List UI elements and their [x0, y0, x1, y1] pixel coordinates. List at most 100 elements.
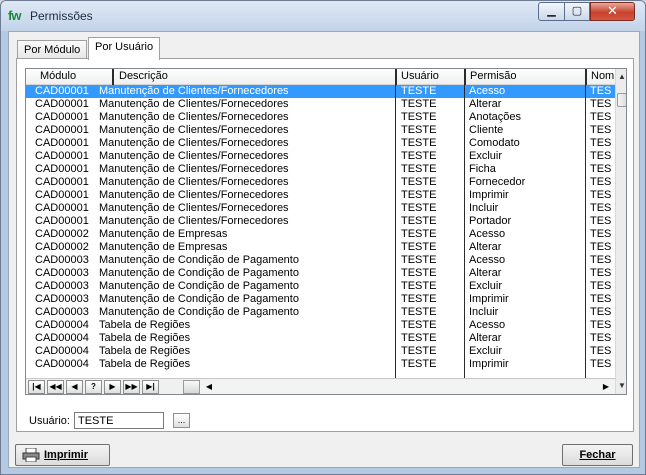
cell-nome: TES	[590, 215, 612, 227]
table-row[interactable]: CAD00001 Manutenção de Clientes/Fornecedo…	[26, 124, 615, 137]
cell-nome: TES	[590, 293, 612, 305]
table-row[interactable]: CAD00002 Manutenção de Empresas TESTE Acess…	[26, 228, 615, 241]
table-row[interactable]: CAD00001 Manutenção de Clientes/Fornecedo…	[26, 137, 615, 150]
cell-descricao: Manutenção de Empresas	[99, 241, 228, 253]
column-header-permissao[interactable]: Permisão	[466, 69, 587, 85]
cell-usuario: TESTE	[401, 98, 437, 110]
table-row[interactable]: CAD00001 Manutenção de Clientes/Fornecedo…	[26, 98, 615, 111]
table-row[interactable]: CAD00003 Manutenção de Condição de Pagame…	[26, 306, 615, 319]
table-row[interactable]: CAD00003 Manutenção de Condição de Pagame…	[26, 280, 615, 293]
minimize-icon: ▁	[547, 5, 556, 17]
scroll-left-icon[interactable]: ◀	[202, 380, 216, 394]
cell-modulo: CAD00001	[35, 150, 89, 162]
title-bar[interactable]: fw Permissões ▁ ▢ ✕	[1, 1, 645, 31]
window: fw Permissões ▁ ▢ ✕ Por Módulo Por Usuár…	[0, 0, 646, 475]
cell-permissao: Imprimir	[469, 189, 509, 201]
cell-descricao: Manutenção de Clientes/Fornecedores	[99, 85, 289, 97]
cell-modulo: CAD00003	[35, 254, 89, 266]
nav-prior-button[interactable]: ◀	[66, 380, 83, 394]
table-row[interactable]: CAD00004 Tabela de Regiões TESTE Acesso TES	[26, 319, 615, 332]
table-row[interactable]: CAD00001 Manutenção de Clientes/Fornecedo…	[26, 176, 615, 189]
app-logo-icon: fw	[8, 8, 21, 23]
cell-usuario: TESTE	[401, 319, 437, 331]
table-row[interactable]: CAD00004 Tabela de Regiões TESTE Alterar TES	[26, 332, 615, 345]
close-icon: ✕	[607, 3, 618, 18]
cell-usuario: TESTE	[401, 202, 437, 214]
tab-por-modulo[interactable]: Por Módulo	[17, 40, 88, 59]
column-header-usuario[interactable]: Usuário	[397, 69, 466, 85]
cell-usuario: TESTE	[401, 85, 437, 97]
cell-nome: TES	[590, 98, 612, 110]
maximize-button[interactable]: ▢	[564, 2, 590, 21]
nav-next-page-button[interactable]: ▶▶	[123, 380, 140, 394]
horizontal-scrollbar[interactable]: ◀ ▶	[183, 380, 615, 394]
table-row[interactable]: CAD00003 Manutenção de Condição de Pagame…	[26, 267, 615, 280]
cell-nome: TES	[590, 306, 612, 318]
cell-descricao: Tabela de Regiões	[99, 319, 191, 331]
scroll-right-icon[interactable]: ▶	[599, 380, 613, 394]
cell-nome: TES	[590, 319, 612, 331]
column-header-modulo[interactable]: Módulo	[26, 69, 114, 85]
table-row[interactable]: CAD00001 Manutenção de Clientes/Fornecedo…	[26, 189, 615, 202]
column-divider	[395, 85, 396, 378]
user-lookup-button[interactable]: ...	[173, 413, 190, 428]
window-title: Permissões	[30, 9, 93, 23]
minimize-button[interactable]: ▁	[538, 2, 565, 21]
cell-permissao: Fornecedor	[469, 176, 526, 188]
cell-nome: TES	[590, 111, 612, 123]
scroll-thumb[interactable]	[617, 93, 626, 107]
close-window-button[interactable]: ✕	[590, 2, 635, 21]
cell-modulo: CAD00001	[35, 111, 89, 123]
cell-descricao: Manutenção de Clientes/Fornecedores	[99, 215, 289, 227]
cell-permissao: Alterar	[469, 267, 502, 279]
cell-modulo: CAD00001	[35, 176, 89, 188]
cell-nome: TES	[590, 280, 612, 292]
column-header-nome[interactable]: Nom	[587, 69, 615, 85]
table-row[interactable]: CAD00001 Manutenção de Clientes/Fornecedo…	[26, 111, 615, 124]
hscroll-thumb[interactable]	[183, 380, 200, 394]
grid-rows: CAD00001 Manutenção de Clientes/Fornecedo…	[26, 85, 615, 378]
cell-nome: TES	[590, 254, 612, 266]
cell-permissao: Acesso	[469, 254, 506, 266]
user-label: Usuário:	[29, 415, 70, 427]
cell-permissao: Anotações	[469, 111, 521, 123]
column-header-descricao[interactable]: Descrição	[114, 69, 397, 85]
cell-modulo: CAD00001	[35, 189, 89, 201]
table-row[interactable]: CAD00004 Tabela de Regiões TESTE Excluir TES	[26, 345, 615, 358]
nav-next-button[interactable]: ▶	[104, 380, 121, 394]
tab-por-usuario[interactable]: Por Usuário	[88, 37, 161, 60]
cell-descricao: Manutenção de Clientes/Fornecedores	[99, 150, 289, 162]
user-input[interactable]	[74, 412, 164, 429]
table-row[interactable]: CAD00001 Manutenção de Clientes/Fornecedo…	[26, 163, 615, 176]
nav-prior-page-button[interactable]: ◀◀	[47, 380, 64, 394]
permissions-grid[interactable]: Módulo Descrição Usuário Permisão Nom CA…	[25, 68, 627, 395]
scroll-up-icon[interactable]: ▲	[616, 70, 626, 84]
cell-descricao: Manutenção de Clientes/Fornecedores	[99, 98, 289, 110]
cell-usuario: TESTE	[401, 176, 437, 188]
table-row[interactable]: CAD00004 Tabela de Regiões TESTE Imprimir TE…	[26, 358, 615, 371]
cell-nome: TES	[590, 124, 612, 136]
table-row[interactable]: CAD00001 Manutenção de Clientes/Fornecedo…	[26, 150, 615, 163]
table-row[interactable]: CAD00001 Manutenção de Clientes/Fornecedo…	[26, 202, 615, 215]
cell-permissao: Acesso	[469, 85, 506, 97]
cell-usuario: TESTE	[401, 150, 437, 162]
table-row[interactable]: CAD00001 Manutenção de Clientes/Fornecedo…	[26, 215, 615, 228]
close-button[interactable]: Fechar	[562, 444, 633, 466]
print-button[interactable]: Imprimir	[15, 444, 110, 466]
table-row[interactable]: CAD00003 Manutenção de Condição de Pagame…	[26, 293, 615, 306]
nav-last-button[interactable]: ▶|	[142, 380, 159, 394]
cell-modulo: CAD00003	[35, 280, 89, 292]
cell-modulo: CAD00003	[35, 267, 89, 279]
maximize-icon: ▢	[571, 5, 583, 17]
table-row[interactable]: CAD00003 Manutenção de Condição de Pagame…	[26, 254, 615, 267]
vertical-scrollbar[interactable]: ▲ ▼	[615, 69, 626, 394]
table-row[interactable]: CAD00002 Manutenção de Empresas TESTE Alter…	[26, 241, 615, 254]
table-row[interactable]: CAD00001 Manutenção de Clientes/Fornecedo…	[26, 85, 615, 98]
nav-search-button[interactable]: ?	[85, 380, 102, 394]
nav-first-button[interactable]: |◀	[28, 380, 45, 394]
cell-permissao: Imprimir	[469, 358, 509, 370]
cell-descricao: Manutenção de Condição de Pagamento	[99, 267, 299, 279]
cell-modulo: CAD00001	[35, 124, 89, 136]
scroll-down-icon[interactable]: ▼	[616, 379, 626, 393]
cell-permissao: Alterar	[469, 98, 502, 110]
